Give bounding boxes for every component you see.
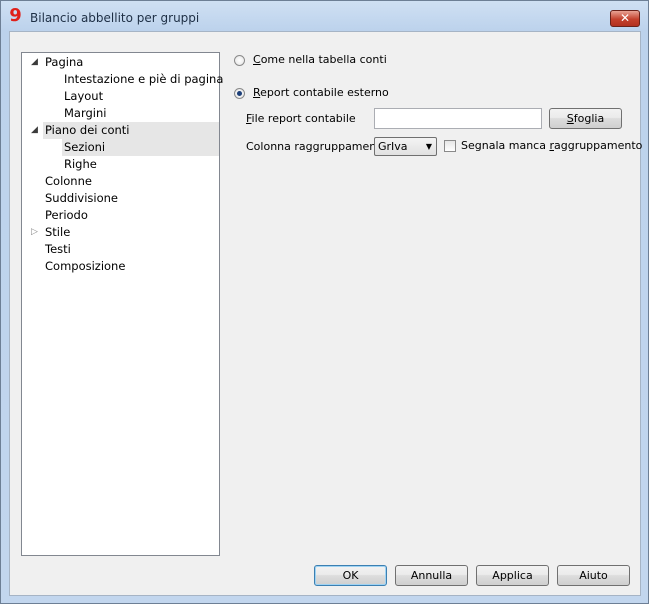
tree-item-righe[interactable]: Righe bbox=[62, 156, 99, 173]
file-report-input[interactable] bbox=[374, 108, 542, 129]
radio-table-accounts-label[interactable]: Come nella tabella conti bbox=[253, 53, 387, 67]
group-column-select[interactable]: GrIva ▼ bbox=[374, 137, 437, 156]
chevron-down-icon: ▼ bbox=[425, 142, 432, 151]
browse-button[interactable]: Sfoglia bbox=[549, 108, 622, 129]
cancel-button[interactable]: Annulla bbox=[395, 565, 468, 586]
tree-item-composizione[interactable]: Composizione bbox=[43, 258, 127, 275]
dialog-body: ◢ Pagina Intestazione e piè di pagina La… bbox=[9, 31, 642, 596]
file-report-label: File report contabile bbox=[246, 112, 356, 125]
expanded-arrow-icon[interactable]: ◢ bbox=[31, 122, 38, 138]
help-button[interactable]: Aiuto bbox=[557, 565, 630, 586]
tree-item-margini[interactable]: Margini bbox=[62, 105, 108, 122]
tree-item-layout[interactable]: Layout bbox=[62, 88, 105, 105]
tree-item-pagina[interactable]: Pagina bbox=[43, 54, 85, 71]
close-icon: ✕ bbox=[619, 11, 631, 25]
ok-button[interactable]: OK bbox=[314, 565, 387, 586]
window-title: Bilancio abbellito per gruppi bbox=[30, 11, 200, 25]
tree-item-colonne[interactable]: Colonne bbox=[43, 173, 94, 190]
group-column-label: Colonna raggruppamento bbox=[246, 140, 388, 153]
tree-item-piano-dei-conti[interactable]: Piano dei conti bbox=[43, 122, 219, 139]
radio-table-accounts[interactable] bbox=[234, 55, 245, 66]
tree-item-intestazione[interactable]: Intestazione e piè di pagina bbox=[62, 71, 225, 88]
dialog-window: 9 Bilancio abbellito per gruppi ✕ ◢ Pagi… bbox=[0, 0, 649, 604]
expanded-arrow-icon[interactable]: ◢ bbox=[31, 54, 38, 70]
radio-external-report[interactable] bbox=[234, 88, 245, 99]
settings-tree[interactable]: ◢ Pagina Intestazione e piè di pagina La… bbox=[21, 52, 223, 556]
collapsed-arrow-icon[interactable]: ▷ bbox=[31, 224, 38, 240]
missing-group-label[interactable]: Segnala manca raggruppamento bbox=[461, 139, 642, 153]
radio-external-report-label[interactable]: Report contabile esterno bbox=[253, 86, 389, 100]
options-panel: Come nella tabella conti Report contabil… bbox=[234, 52, 642, 556]
app-logo-icon: 9 bbox=[9, 5, 22, 26]
tree-item-testi[interactable]: Testi bbox=[43, 241, 73, 258]
missing-group-checkbox[interactable] bbox=[444, 140, 456, 152]
tree-item-stile[interactable]: Stile bbox=[43, 224, 72, 241]
title-bar[interactable]: 9 Bilancio abbellito per gruppi ✕ bbox=[1, 1, 648, 31]
tree-item-suddivisione[interactable]: Suddivisione bbox=[43, 190, 120, 207]
close-button[interactable]: ✕ bbox=[610, 10, 640, 27]
tree-item-sezioni[interactable]: Sezioni bbox=[62, 139, 219, 156]
tree-item-periodo[interactable]: Periodo bbox=[43, 207, 90, 224]
apply-button[interactable]: Applica bbox=[476, 565, 549, 586]
